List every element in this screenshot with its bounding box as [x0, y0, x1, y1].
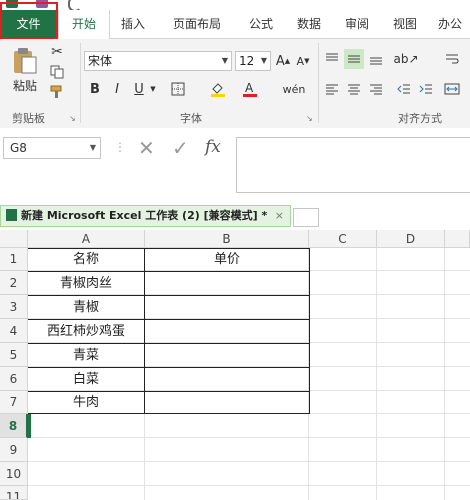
chevron-down-icon: ▼	[221, 56, 229, 65]
tab-office[interactable]: 办公	[430, 10, 470, 38]
save-icon[interactable]	[36, 0, 48, 8]
tab-insert[interactable]: 插入	[110, 10, 156, 38]
font-size-value: 12	[239, 54, 255, 68]
increase-font-icon[interactable]: A ▲	[274, 51, 292, 71]
tab-view[interactable]: 视图	[382, 10, 428, 38]
excel-logo-icon	[6, 0, 18, 8]
excel-file-icon	[6, 209, 17, 221]
title-bar	[0, 0, 470, 10]
bold-button[interactable]: B	[86, 79, 104, 99]
svg-text:A: A	[245, 81, 254, 95]
paste-label: 粘贴	[12, 78, 37, 93]
item-cell[interactable]: 西红柿炒鸡蛋	[28, 320, 144, 343]
row-header[interactable]: 10	[0, 462, 28, 486]
formula-input[interactable]	[236, 137, 470, 193]
phonetic-icon[interactable]: wén	[282, 79, 306, 99]
column-header-a[interactable]: A	[28, 230, 145, 248]
column-header-c[interactable]: C	[309, 230, 377, 248]
italic-button[interactable]: I	[108, 79, 126, 99]
fill-color-icon[interactable]	[206, 79, 230, 99]
column-header-b[interactable]: B	[145, 230, 309, 248]
item-cell[interactable]: 青椒肉丝	[28, 272, 144, 295]
separator	[80, 43, 81, 123]
row-header[interactable]: 7	[0, 391, 28, 414]
spreadsheet-grid: A B C D 1 2 3 4 5 6 7 8 9 10 11 名称 单价 青椒…	[0, 230, 470, 500]
align-center-icon[interactable]	[344, 79, 364, 99]
item-cell[interactable]: 牛肉	[28, 392, 144, 414]
format-painter-icon[interactable]	[46, 83, 68, 101]
item-cell[interactable]: 青菜	[28, 344, 144, 367]
item-cell[interactable]: 青椒	[28, 296, 144, 319]
copy-icon[interactable]	[46, 63, 68, 81]
cancel-icon[interactable]: ✕	[138, 136, 155, 160]
chevron-down-icon: ▼	[89, 143, 96, 152]
splitter-dots[interactable]: ⋮	[114, 140, 126, 154]
column-header-e[interactable]	[445, 230, 470, 248]
decrease-font-icon[interactable]: A ▼	[294, 51, 312, 71]
font-color-icon[interactable]: A	[238, 79, 262, 99]
close-icon[interactable]: ×	[275, 206, 284, 226]
font-size-combobox[interactable]: 12 ▼	[235, 51, 271, 71]
enter-icon[interactable]: ✓	[172, 136, 189, 160]
clipboard-group-label: 剪贴板	[12, 112, 45, 125]
font-name-value: 宋体	[88, 54, 113, 68]
tab-home[interactable]: 开始	[58, 10, 110, 40]
row-header-selected[interactable]: 8	[0, 414, 28, 438]
undo-icon[interactable]	[68, 0, 82, 10]
font-group-label: 字体	[180, 112, 202, 125]
clipboard-launcher-icon[interactable]: ↘	[69, 114, 76, 123]
font-name-combobox[interactable]: 宋体 ▼	[84, 51, 232, 71]
borders-icon[interactable]	[166, 79, 190, 99]
underline-button[interactable]: U	[130, 79, 148, 99]
row-header[interactable]: 2	[0, 271, 28, 295]
row-header[interactable]: 6	[0, 367, 28, 391]
quick-access-toolbar	[0, 0, 200, 10]
row-header[interactable]: 5	[0, 343, 28, 367]
item-cell[interactable]: 白菜	[28, 368, 144, 391]
align-right-icon[interactable]	[366, 79, 386, 99]
name-box-value: G8	[10, 141, 27, 155]
tab-review[interactable]: 审阅	[334, 10, 380, 38]
name-box[interactable]: G8 ▼	[3, 137, 101, 159]
align-middle-icon[interactable]	[344, 49, 364, 69]
tab-file[interactable]: 文件	[0, 10, 57, 38]
tab-page-layout[interactable]: 页面布局	[158, 10, 236, 38]
separator	[318, 43, 319, 123]
paste-button[interactable]: 粘贴	[6, 43, 44, 97]
document-title: 新建 Microsoft Excel 工作表 (2) [兼容模式] *	[21, 209, 268, 222]
row-header[interactable]: 3	[0, 295, 28, 319]
row-header[interactable]: 11	[0, 486, 28, 500]
row-header[interactable]: 4	[0, 319, 28, 343]
clipboard-icon	[14, 47, 37, 73]
wrap-text-icon[interactable]	[440, 49, 464, 69]
cut-icon[interactable]: ✂	[46, 43, 68, 61]
align-top-icon[interactable]	[322, 49, 342, 69]
document-tab[interactable]: 新建 Microsoft Excel 工作表 (2) [兼容模式] * ×	[0, 205, 291, 227]
select-all-corner[interactable]	[0, 230, 28, 248]
header-cell-name[interactable]: 名称	[28, 248, 144, 271]
orientation-icon[interactable]: ab↗	[393, 49, 418, 69]
chevron-down-icon[interactable]: ▼	[148, 79, 158, 99]
chevron-down-icon: ▼	[260, 56, 268, 65]
column-header-d[interactable]: D	[377, 230, 445, 248]
ribbon: 粘贴 ✂ 剪贴板 ↘ 宋体 ▼ 12 ▼ A ▲ A ▼ B I U ▼ A wén…	[0, 39, 470, 129]
decrease-indent-icon[interactable]	[394, 79, 414, 99]
align-left-icon[interactable]	[322, 79, 342, 99]
increase-indent-icon[interactable]	[416, 79, 436, 99]
merge-center-icon[interactable]	[440, 79, 464, 99]
align-bottom-icon[interactable]	[366, 49, 386, 69]
row-header[interactable]: 1	[0, 248, 28, 271]
new-tab-button[interactable]	[293, 208, 319, 227]
tab-data[interactable]: 数据	[286, 10, 332, 38]
font-launcher-icon[interactable]: ↘	[306, 114, 313, 123]
function-icon[interactable]: fx	[205, 137, 221, 157]
row-header[interactable]: 9	[0, 438, 28, 462]
alignment-group-label: 对齐方式	[398, 112, 442, 125]
active-cell-indicator	[27, 414, 31, 438]
header-cell-price[interactable]: 单价	[145, 248, 309, 271]
ribbon-tab-bar: 文件 开始 插入 页面布局 公式 数据 审阅 视图 办公	[0, 10, 470, 40]
tab-formulas[interactable]: 公式	[238, 10, 284, 38]
